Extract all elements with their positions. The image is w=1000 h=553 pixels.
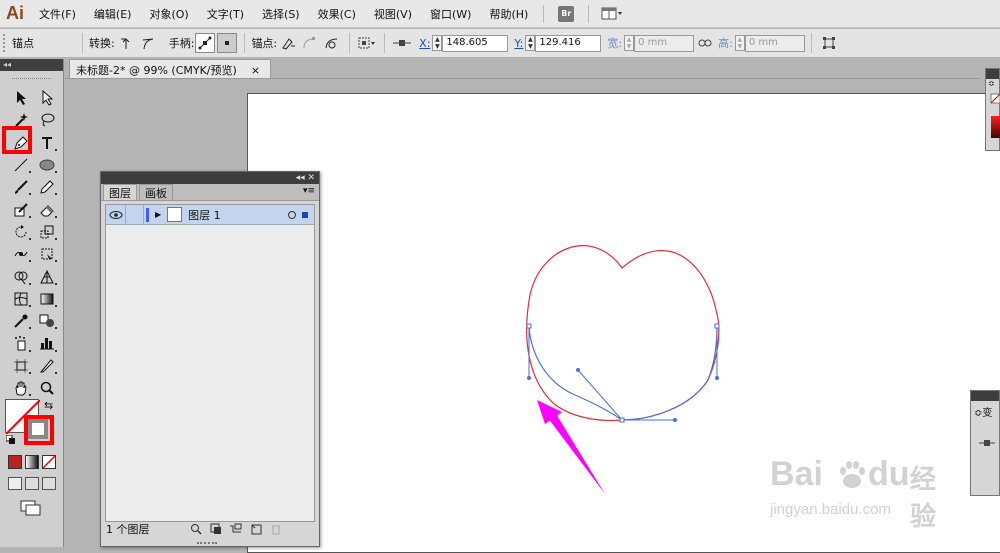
watermark-brand: Bai — [770, 455, 823, 493]
anchor-point[interactable] — [526, 323, 532, 329]
visibility-toggle[interactable] — [106, 204, 126, 225]
expand-triangle-icon[interactable]: ▶ — [155, 210, 161, 219]
color-swatches — [990, 93, 1000, 138]
reference-point-icon — [979, 440, 995, 446]
handle-point[interactable] — [576, 368, 580, 372]
handle-line — [577, 369, 623, 421]
new-layer-button[interactable] — [248, 522, 264, 536]
layer-row[interactable]: ▶ 图层 1 — [106, 204, 314, 225]
layers-list: ▶ 图层 1 — [105, 204, 315, 522]
handle-point[interactable] — [673, 418, 677, 422]
anchor-point[interactable] — [619, 417, 625, 423]
handle-point[interactable] — [527, 376, 531, 380]
layer-count: 1 个图层 — [106, 523, 150, 536]
search-icon — [190, 524, 202, 535]
delete-layer-button[interactable] — [268, 522, 284, 536]
clipping-mask-icon — [210, 523, 221, 534]
layers-panel-footer: 1 个图层 — [101, 518, 319, 540]
target-icon[interactable] — [288, 210, 296, 219]
layers-panel-titlebar[interactable]: ◂◂ ✕ — [101, 172, 319, 184]
layers-panel-resize-grip[interactable] — [197, 542, 217, 546]
layers-panel: ◂◂ ✕ 图层 画板 ▾≡ ▶ 图层 1 1 个图层 — [100, 171, 320, 547]
tab-artboards[interactable]: 画板 — [139, 184, 173, 200]
panel-menu-icon[interactable]: ▾≡ — [303, 186, 315, 196]
new-layer-icon — [251, 524, 261, 535]
baidu-watermark: Bai du 经验 jingyan.baidu.com — [770, 455, 960, 531]
new-sublayer-button[interactable] — [228, 522, 244, 536]
eye-icon — [109, 210, 122, 219]
tab-layers[interactable]: 图层 — [103, 184, 137, 200]
heart-path[interactable] — [526, 245, 720, 422]
selected-path-segment-right[interactable] — [621, 325, 718, 421]
watermark-brand-2: du — [868, 455, 910, 493]
make-clipping-mask-button[interactable] — [208, 522, 224, 536]
color-panel-partial: ≎ — [985, 68, 1000, 151]
watermark-brand-cn: 经验 — [910, 464, 937, 531]
transform-panel-tab[interactable]: ≎变 — [971, 401, 999, 419]
transform-panel-partial: ≎变 — [970, 390, 1000, 496]
selection-indicator[interactable] — [302, 211, 308, 218]
locate-object-button[interactable] — [188, 522, 204, 536]
handle-point[interactable] — [715, 376, 719, 380]
lock-toggle[interactable] — [126, 204, 144, 225]
watermark-url: jingyan.baidu.com — [770, 501, 891, 518]
panel-collapse-icon[interactable]: ≎ — [986, 79, 999, 88]
layer-color-indicator — [146, 207, 149, 222]
transform-panel-titlebar[interactable] — [971, 391, 999, 401]
layer-name[interactable]: 图层 1 — [188, 207, 288, 223]
new-sublayer-icon — [229, 523, 241, 533]
anchor-point[interactable] — [714, 323, 720, 329]
layers-panel-tabs: 图层 画板 ▾≡ — [101, 184, 319, 201]
layer-thumbnail — [167, 207, 183, 222]
baidu-paw-icon — [840, 461, 865, 488]
trash-icon — [271, 525, 280, 535]
annotation-arrow — [537, 400, 605, 494]
color-panel-titlebar[interactable] — [986, 69, 999, 79]
